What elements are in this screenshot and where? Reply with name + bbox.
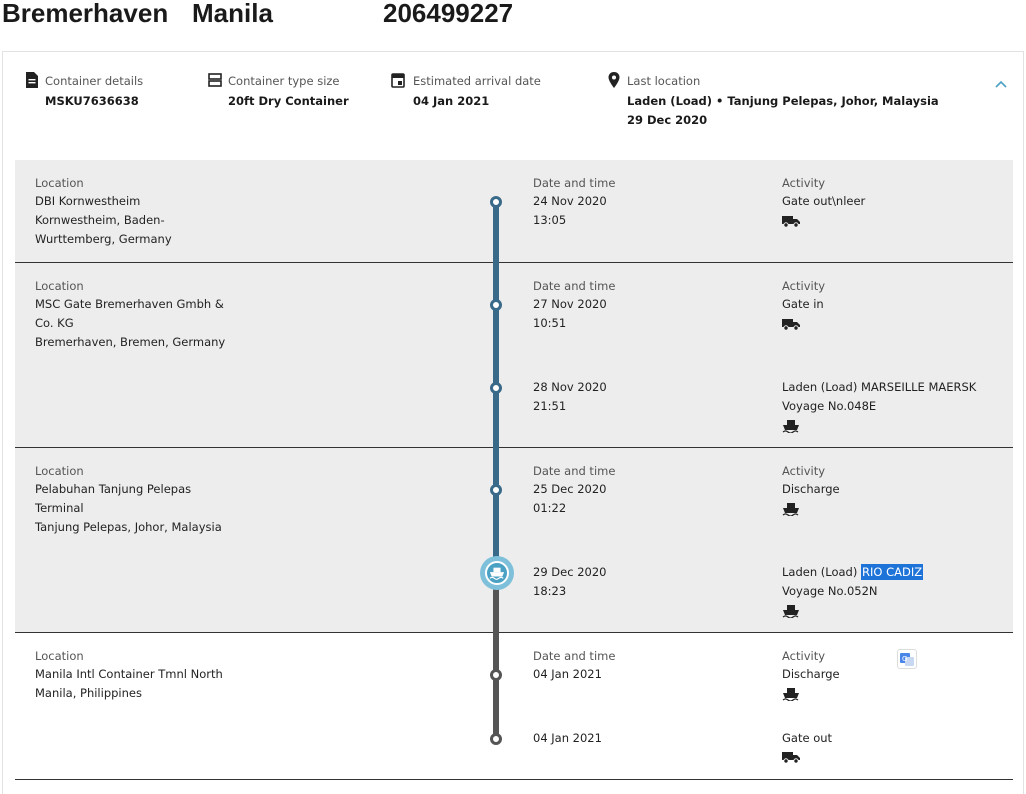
eta-value: 04 Jan 2021	[413, 94, 490, 108]
activity-prefix: Laden (Load)	[782, 565, 861, 579]
event-date: 04 Jan 2021	[533, 667, 602, 681]
timeline-dot	[490, 733, 502, 745]
last-location-label: Last location	[627, 74, 701, 88]
destination-title: Manila	[192, 0, 273, 28]
date-time-label: Date and time	[533, 649, 616, 663]
event-voyage: Voyage No.052N	[782, 584, 878, 598]
location-pin-icon	[608, 72, 620, 88]
activity-label: Activity	[782, 176, 826, 190]
activity-label: Activity	[782, 649, 826, 663]
event-date: 24 Nov 2020	[533, 194, 607, 208]
truck-icon	[782, 216, 800, 228]
event-time: 21:51	[533, 399, 567, 413]
document-icon	[26, 72, 38, 88]
event-date: 29 Dec 2020	[533, 565, 607, 579]
event-activity: Laden (Load) RIO CADIZ	[782, 563, 924, 582]
location-label: Location	[35, 649, 84, 663]
event-time: 01:22	[533, 501, 567, 515]
location-label: Location	[35, 279, 84, 293]
container-type-value: 20ft Dry Container	[228, 94, 349, 108]
activity-label: Activity	[782, 279, 826, 293]
date-time-label: Date and time	[533, 464, 616, 478]
ship-icon	[489, 567, 505, 580]
activity-label: Activity	[782, 464, 826, 478]
location-line: Bremerhaven, Bremen, Germany	[35, 335, 226, 349]
timeline-dot	[490, 382, 502, 394]
shipment-number: 206499227	[383, 0, 514, 28]
event-date: 04 Jan 2021	[533, 731, 602, 745]
container-type-label: Container type size	[228, 74, 340, 88]
calendar-icon	[391, 73, 405, 88]
current-position-marker	[480, 556, 514, 590]
location-line: Manila Intl Container Tmnl North	[35, 667, 223, 681]
event-date: 27 Nov 2020	[533, 297, 607, 311]
event-voyage: Voyage No.048E	[782, 399, 877, 413]
event-activity: Gate out\nleer	[782, 194, 866, 208]
timeline-dot	[490, 484, 502, 496]
truck-icon	[782, 752, 800, 764]
date-time-label: Date and time	[533, 176, 616, 190]
last-location-value: Laden (Load) • Tanjung Pelepas, Johor, M…	[627, 94, 939, 108]
timeline-dot	[490, 196, 502, 208]
event-activity: Discharge	[782, 667, 840, 681]
tracking-card: Container details MSKU7636638 Container …	[2, 51, 1024, 794]
last-location-date: 29 Dec 2020	[627, 113, 708, 127]
tracking-timeline: Location DBI Kornwestheim Kornwestheim, …	[15, 160, 1013, 780]
event-time: 18:23	[533, 584, 567, 598]
event-time: 10:51	[533, 316, 567, 330]
location-line: Pelabuhan Tanjung Pelepas	[35, 482, 192, 496]
location-line: Terminal	[35, 501, 84, 515]
event-date: 28 Nov 2020	[533, 380, 607, 394]
container-icon	[208, 73, 222, 87]
location-line: Tanjung Pelepas, Johor, Malaysia	[35, 520, 222, 534]
ship-icon	[782, 605, 799, 618]
ship-icon	[782, 420, 799, 433]
date-time-label: Date and time	[533, 279, 616, 293]
vessel-name-highlight[interactable]: RIO CADIZ	[861, 564, 924, 580]
timeline-dot	[490, 669, 502, 681]
timeline-dot	[490, 299, 502, 311]
location-line: Co. KG	[35, 316, 74, 330]
timeline-group-manila: Location Manila Intl Container Tmnl Nort…	[15, 633, 1013, 780]
location-label: Location	[35, 464, 84, 478]
ship-icon	[782, 688, 799, 701]
location-line: MSC Gate Bremerhaven Gmbh &	[35, 297, 224, 311]
ship-icon	[782, 503, 799, 516]
container-number: MSKU7636638	[45, 94, 139, 108]
event-time: 13:05	[533, 213, 567, 227]
location-line: Kornwestheim, Baden-	[35, 213, 165, 227]
location-line: Manila, Philippines	[35, 686, 142, 700]
timeline-group-bremerhaven: Location MSC Gate Bremerhaven Gmbh & Co.…	[15, 263, 1013, 448]
event-activity: Laden (Load) MARSEILLE MAERSK	[782, 380, 977, 394]
timeline-group-kornwestheim: Location DBI Kornwestheim Kornwestheim, …	[15, 160, 1013, 263]
container-details-label: Container details	[45, 74, 144, 88]
container-summary: Container details MSKU7636638 Container …	[3, 52, 1023, 160]
collapse-chevron-icon[interactable]	[995, 80, 1007, 88]
translate-icon[interactable]: G	[897, 649, 917, 669]
event-activity: Gate in	[782, 297, 824, 311]
location-line: Wurttemberg, Germany	[35, 232, 172, 246]
timeline-future-line	[493, 577, 499, 739]
truck-icon	[782, 319, 800, 331]
event-activity: Gate out	[782, 731, 833, 745]
origin-title: Bremerhaven	[2, 0, 169, 28]
event-activity: Discharge	[782, 482, 840, 496]
eta-label: Estimated arrival date	[413, 74, 541, 88]
location-label: Location	[35, 176, 84, 190]
svg-text:G: G	[902, 655, 907, 663]
event-date: 25 Dec 2020	[533, 482, 607, 496]
timeline-group-tanjung-pelepas: Location Pelabuhan Tanjung Pelepas Termi…	[15, 448, 1013, 633]
location-line: DBI Kornwestheim	[35, 194, 141, 208]
